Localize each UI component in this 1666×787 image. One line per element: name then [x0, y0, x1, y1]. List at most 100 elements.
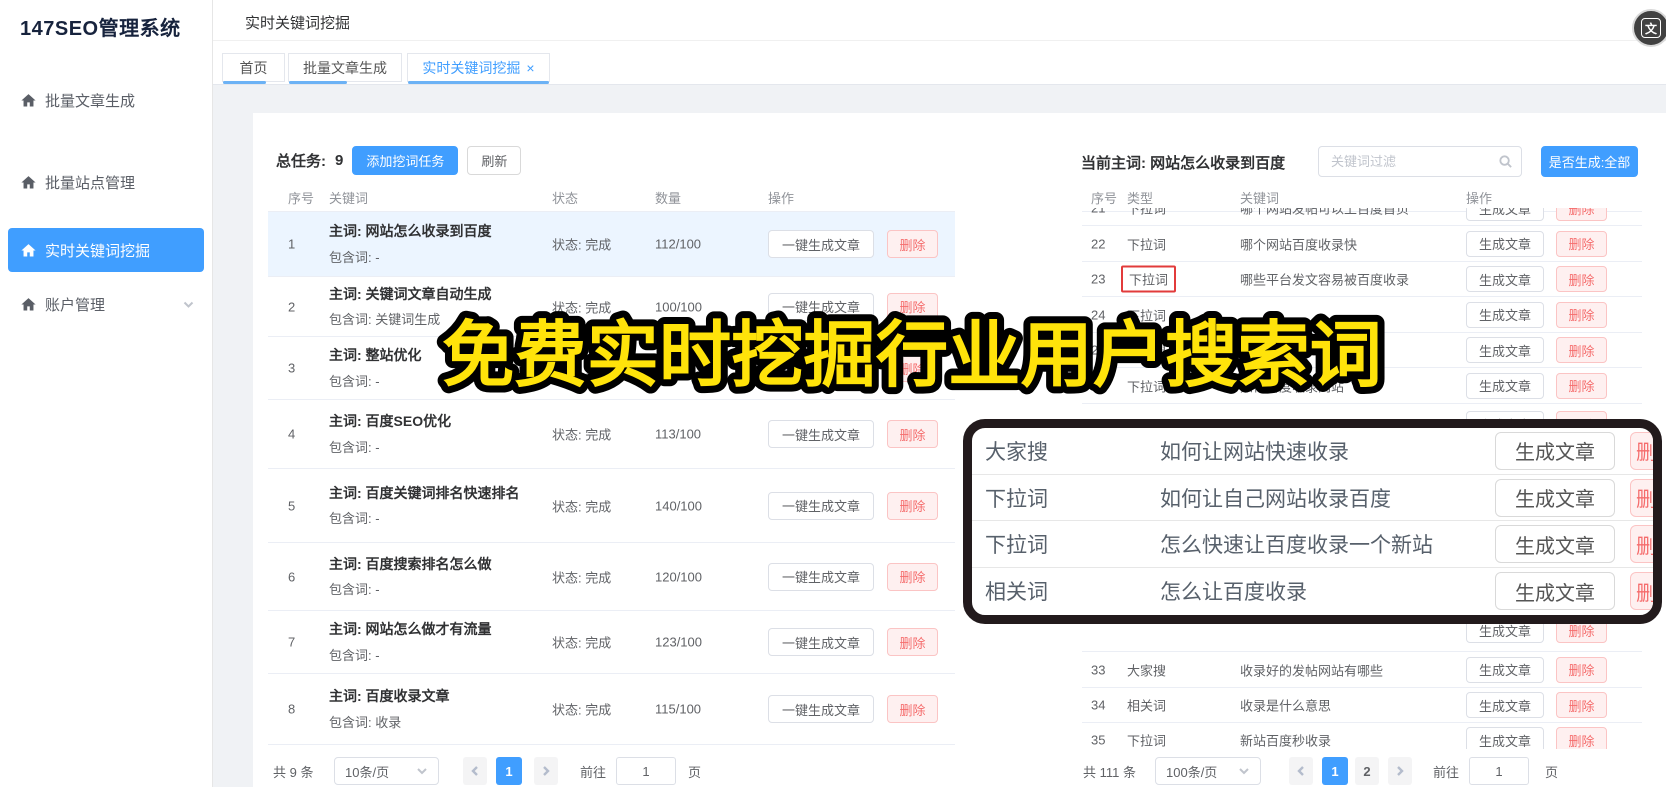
generate-article-button[interactable]: 一键生成文章 [768, 420, 874, 448]
generate-article-button[interactable]: 生成文章 [1466, 301, 1544, 328]
task-keyword-cell: 主词: 整站优化 包含词: - [329, 337, 534, 399]
generate-article-button[interactable]: 一键生成文章 [768, 695, 874, 723]
sidebar-item[interactable]: 账户管理 [0, 291, 213, 317]
translate-float-icon[interactable]: 文 [1632, 9, 1666, 47]
keyword-type: 大家搜 [985, 440, 1048, 464]
generate-article-button[interactable]: 一键生成文章 [768, 292, 874, 321]
generate-article-button[interactable]: 生成文章 [1495, 431, 1615, 470]
generate-all-button[interactable]: 是否生成:全部 [1541, 146, 1638, 177]
sidebar-item[interactable]: 批量站点管理 [0, 169, 213, 195]
keyword-type: 下拉词 [985, 534, 1048, 558]
tab-1[interactable]: 批量文章生成 [288, 53, 402, 84]
task-main-word: 主词: 网站怎么收录到百度 [329, 223, 492, 240]
delete-button[interactable]: 删除 [1556, 230, 1607, 257]
goto-page-input[interactable] [1469, 757, 1529, 785]
generate-article-button[interactable]: 生成文章 [1466, 692, 1544, 718]
generate-article-button[interactable]: 生成文章 [1466, 208, 1544, 221]
generate-article-button[interactable]: 一键生成文章 [768, 628, 874, 656]
generate-article-button[interactable]: 生成文章 [1495, 572, 1615, 611]
keyword-type: 下拉词 [1127, 208, 1167, 217]
row-number: 21 [1091, 208, 1106, 216]
delete-button[interactable]: 删除 [1556, 372, 1607, 399]
task-include-word: 包含词: - [329, 439, 380, 455]
row-number: 7 [288, 634, 296, 650]
delete-button[interactable]: 删除 [1556, 727, 1607, 749]
task-main-word: 主词: 百度收录文章 [329, 688, 450, 705]
row-number: 3 [288, 360, 296, 376]
app-logo: 147SEO管理系统 [20, 18, 181, 40]
sidebar-item[interactable]: 实时关键词挖掘 [8, 228, 204, 272]
delete-button[interactable]: 删除 [887, 491, 938, 520]
task-count: 120/100 [655, 569, 702, 584]
task-status: 状态: 完成 [552, 499, 612, 514]
generate-article-button[interactable]: 生成文章 [1466, 230, 1544, 257]
delete-button[interactable]: 删除 [887, 695, 938, 723]
close-icon[interactable]: × [526, 60, 534, 76]
generate-article-button[interactable]: 一键生成文章 [768, 354, 874, 382]
magnified-keyword-row: 下拉词 怎么快速让百度收录一个新站 生成文章 删除 [972, 521, 1653, 569]
page-number-button[interactable]: 2 [1355, 757, 1379, 785]
delete-button[interactable]: 删除 [1556, 301, 1607, 328]
generate-article-button[interactable]: 生成文章 [1495, 478, 1615, 517]
generate-article-button[interactable]: 一键生成文章 [768, 491, 874, 520]
delete-button[interactable]: 删除 [1556, 337, 1607, 363]
page-size-select[interactable]: 10条/页 [334, 757, 439, 785]
generate-article-button[interactable]: 生成文章 [1466, 266, 1544, 292]
task-row[interactable]: 6 主词: 百度搜索排名怎么做 包含词: - 状态: 完成 120/100 一键… [268, 543, 955, 611]
delete-button[interactable]: 删除 [887, 230, 938, 258]
generate-article-button[interactable]: 一键生成文章 [768, 230, 874, 258]
keyword-row: 25 大家搜 生成文章 删除 [1082, 333, 1642, 368]
task-count: 115/100 [655, 701, 702, 717]
tab-0[interactable]: 首页 [222, 53, 285, 84]
delete-button[interactable]: 删除 [1556, 208, 1607, 221]
generate-article-button[interactable]: 一键生成文章 [768, 562, 874, 591]
task-row[interactable]: 8 主词: 百度收录文章 包含词: 收录 状态: 完成 115/100 一键生成… [268, 674, 955, 745]
task-status: 状态: 完成 [552, 427, 612, 443]
task-row[interactable]: 5 主词: 百度关键词排名快速排名 包含词: - 状态: 完成 140/100 … [268, 469, 955, 543]
delete-button[interactable]: 删除 [887, 628, 938, 656]
delete-button[interactable]: 删除 [887, 562, 938, 591]
sidebar-item[interactable]: 批量文章生成 [0, 87, 213, 113]
task-row[interactable]: 7 主词: 网站怎么做才有流量 包含词: - 状态: 完成 123/100 一键… [268, 611, 955, 674]
delete-button[interactable]: 删除 [887, 292, 938, 321]
goto-label: 前往 [1433, 764, 1460, 780]
keyword-filter-input[interactable] [1318, 146, 1522, 177]
task-keyword-cell: 主词: 网站怎么收录到百度 包含词: - [329, 212, 534, 276]
tab-underline [408, 81, 549, 84]
next-page-button[interactable] [534, 757, 558, 785]
tasks-table-header: 序号 关键词 状态 数量 操作 [268, 182, 955, 212]
delete-button[interactable]: 删除 [1556, 692, 1607, 718]
generate-article-button[interactable]: 生成文章 [1466, 372, 1544, 399]
task-row[interactable]: 1 主词: 网站怎么收录到百度 包含词: - 状态: 完成 112/100 一键… [268, 212, 955, 277]
delete-button[interactable]: 删除 [887, 354, 938, 382]
tab-label: 批量文章生成 [303, 59, 387, 76]
task-row[interactable]: 3 主词: 整站优化 包含词: - 状态: 完成 一键生成文章 删除 [268, 337, 955, 400]
task-status: 状态: 完成 [552, 237, 612, 253]
task-row[interactable]: 4 主词: 百度SEO优化 包含词: - 状态: 完成 113/100 一键生成… [268, 400, 955, 469]
refresh-button[interactable]: 刷新 [467, 146, 522, 175]
add-task-button[interactable]: 添加挖词任务 [352, 146, 459, 175]
delete-button[interactable]: 删除 [1630, 572, 1653, 611]
delete-button[interactable]: 删除 [1556, 656, 1607, 683]
tab-2[interactable]: 实时关键词挖掘 × [407, 53, 550, 84]
page-size-select[interactable]: 100条/页 [1155, 757, 1261, 785]
goto-page-input[interactable] [616, 757, 676, 785]
delete-button[interactable]: 删除 [887, 420, 938, 448]
sidebar: 147SEO管理系统 批量文章生成 批量站点管理 实时关键词挖掘 账户管理 [0, 0, 213, 787]
next-page-button[interactable] [1388, 757, 1412, 785]
page-number-button[interactable]: 1 [496, 757, 522, 785]
delete-button[interactable]: 删除 [1630, 525, 1653, 564]
delete-button[interactable]: 删除 [1630, 478, 1653, 517]
keyword-text: 哪些平台发文容易被百度收录 [1240, 272, 1410, 288]
generate-article-button[interactable]: 生成文章 [1466, 727, 1544, 749]
generate-article-button[interactable]: 生成文章 [1495, 525, 1615, 564]
task-keyword-cell: 主词: 百度收录文章 包含词: 收录 [329, 674, 534, 744]
prev-page-button[interactable] [1289, 757, 1313, 785]
generate-article-button[interactable]: 生成文章 [1466, 656, 1544, 683]
prev-page-button[interactable] [463, 757, 487, 785]
task-row[interactable]: 2 主词: 关键词文章自动生成 包含词: 关键词生成 状态: 完成 100/10… [268, 277, 955, 337]
page-number-button[interactable]: 1 [1322, 757, 1348, 785]
delete-button[interactable]: 删除 [1556, 266, 1607, 292]
generate-article-button[interactable]: 生成文章 [1466, 337, 1544, 363]
delete-button[interactable]: 删除 [1630, 431, 1653, 470]
